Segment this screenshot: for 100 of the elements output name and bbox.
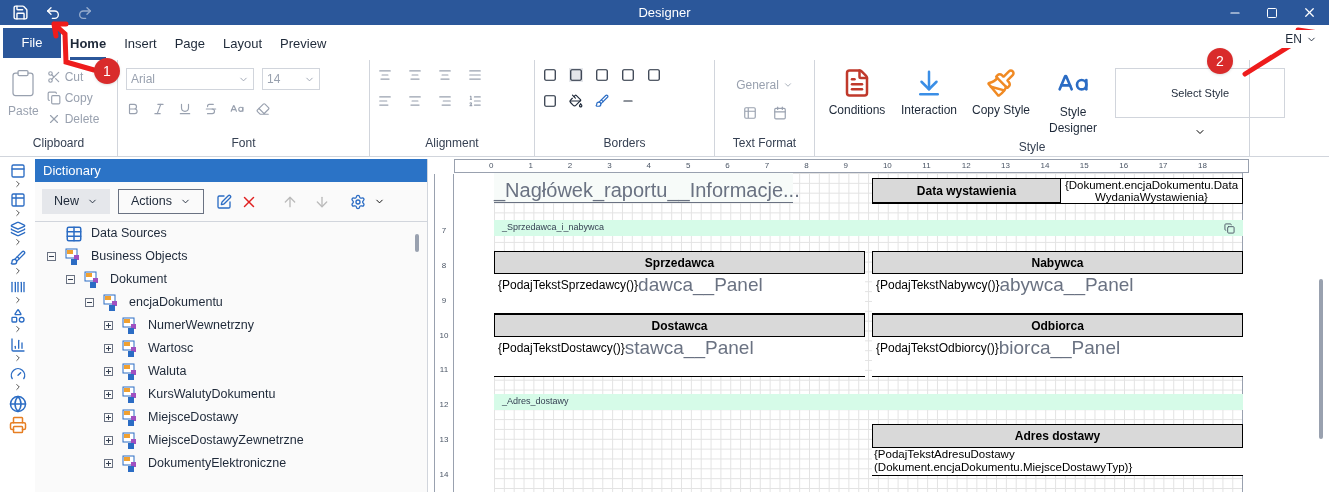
scrollbar-thumb[interactable] bbox=[415, 234, 419, 252]
expand-toggle[interactable] bbox=[103, 321, 113, 330]
shapes-icon[interactable] bbox=[9, 308, 26, 324]
gauge-icon[interactable] bbox=[9, 366, 26, 382]
tree-item[interactable]: MiejsceDostawy bbox=[148, 408, 239, 427]
expand-toggle[interactable] bbox=[103, 390, 113, 399]
expand-toggle[interactable] bbox=[103, 413, 113, 422]
undo-icon[interactable] bbox=[45, 4, 61, 21]
ruler-number: 12 bbox=[439, 399, 449, 412]
language-selector[interactable]: EN bbox=[1281, 30, 1321, 48]
ruler-number: 0 bbox=[489, 160, 494, 172]
scrollbar-thumb[interactable] bbox=[1319, 279, 1323, 439]
bar-chart-icon[interactable] bbox=[9, 337, 26, 353]
ribbon-tab[interactable]: Preview bbox=[280, 30, 327, 60]
style-button[interactable]: Interaction bbox=[895, 68, 963, 118]
ruler-number: 7 bbox=[764, 160, 770, 172]
style-button[interactable]: Copy Style bbox=[967, 68, 1035, 118]
paint-bucket-icon[interactable] bbox=[569, 94, 583, 108]
ruler-number: 18 bbox=[1198, 160, 1207, 172]
ruler-number: 11 bbox=[439, 364, 449, 377]
select-style-button[interactable]: Select Style bbox=[1115, 68, 1285, 118]
panel-name: biorca__Panel bbox=[998, 338, 1121, 358]
ribbon-tab[interactable]: Layout bbox=[223, 30, 263, 60]
border-right-icon[interactable] bbox=[647, 68, 661, 82]
border-bottom-icon[interactable] bbox=[543, 94, 557, 108]
group-label: Clipboard bbox=[31, 135, 86, 152]
window-icon[interactable] bbox=[9, 163, 26, 179]
settings-icon[interactable] bbox=[350, 193, 366, 210]
tree-item[interactable]: Wartosc bbox=[148, 339, 194, 358]
maximize-icon[interactable] bbox=[1266, 6, 1278, 19]
border-left-icon[interactable] bbox=[621, 68, 635, 82]
group-label: Borders bbox=[602, 135, 647, 152]
tree-item[interactable]: encjaDokumentu bbox=[129, 293, 223, 312]
close-icon[interactable] bbox=[1302, 5, 1317, 20]
expand-toggle[interactable] bbox=[103, 367, 113, 376]
ruler-number: 7 bbox=[441, 225, 447, 238]
ruler-number: 16 bbox=[1119, 160, 1129, 172]
chevron-down-icon bbox=[782, 80, 793, 90]
ribbon-tab[interactable]: Insert bbox=[124, 30, 157, 60]
tree-item[interactable]: DokumentyElektroniczne bbox=[148, 454, 287, 473]
brush-icon[interactable] bbox=[595, 94, 609, 108]
edit-icon[interactable] bbox=[216, 193, 232, 210]
ruler-number: 5 bbox=[685, 160, 691, 172]
collapse-toggle[interactable] bbox=[46, 252, 56, 261]
style-button[interactable]: Style Designer bbox=[1039, 68, 1107, 136]
border-all-icon[interactable] bbox=[543, 68, 557, 82]
panel-name: abywca__Panel bbox=[999, 275, 1134, 295]
tree-item[interactable]: Business Objects bbox=[91, 247, 188, 266]
panel-name: _Nagłówek_raportu__Informacje... bbox=[494, 178, 800, 202]
actions-button[interactable]: Actions bbox=[118, 189, 204, 214]
save-icon[interactable] bbox=[12, 4, 29, 21]
italic-icon[interactable] bbox=[152, 102, 166, 116]
ruler-number: 9 bbox=[441, 294, 447, 307]
tree-item[interactable]: Data Sources bbox=[91, 224, 167, 243]
date-label-cell: Data wystawienia bbox=[872, 178, 1061, 203]
layers-icon[interactable] bbox=[9, 221, 26, 237]
paintbrush-icon bbox=[986, 68, 1016, 98]
printer-icon[interactable] bbox=[8, 416, 27, 434]
collapse-toggle[interactable] bbox=[65, 275, 75, 284]
annotation-badge: 2 bbox=[1207, 48, 1233, 74]
globe-icon[interactable] bbox=[8, 395, 27, 413]
ruler-number: 10 bbox=[439, 329, 449, 342]
tree-item[interactable]: NumerWewnetrzny bbox=[148, 316, 255, 335]
copy-icon[interactable] bbox=[1224, 222, 1235, 234]
expression-field: {PodajTekstOdbiorcy()} bbox=[876, 339, 999, 357]
expression-field: {PodajTekstNabywcy()} bbox=[876, 276, 1000, 294]
collapse-toggle[interactable] bbox=[84, 298, 94, 307]
group-label: Text Format bbox=[731, 135, 798, 152]
expand-toggle[interactable] bbox=[103, 459, 113, 468]
panel-heading: Dostawca bbox=[494, 314, 865, 337]
panel-heading: Nabywca bbox=[872, 251, 1243, 274]
expand-toggle[interactable] bbox=[103, 344, 113, 353]
expand-toggle[interactable] bbox=[103, 436, 113, 445]
tree-item[interactable]: Waluta bbox=[148, 362, 187, 381]
line-spacing-icon[interactable] bbox=[468, 94, 482, 108]
border-top-icon[interactable] bbox=[595, 68, 609, 82]
file-tab[interactable]: File bbox=[3, 28, 61, 58]
ribbon-tab[interactable]: Page bbox=[174, 30, 205, 60]
ruler-number: 6 bbox=[725, 160, 730, 172]
ruler-number: 11 bbox=[922, 160, 931, 172]
barcode-icon[interactable] bbox=[9, 279, 26, 295]
bold-icon[interactable] bbox=[126, 102, 140, 116]
style-button[interactable]: Conditions bbox=[823, 68, 891, 118]
calendar-icon[interactable] bbox=[772, 106, 787, 120]
new-button[interactable]: New bbox=[42, 189, 110, 214]
tree-item[interactable]: Dokument bbox=[110, 270, 167, 289]
border-none-icon[interactable] bbox=[569, 68, 583, 82]
eraser-icon[interactable] bbox=[256, 102, 270, 116]
tree-item[interactable]: KursWalutyDokumentu bbox=[148, 385, 276, 404]
band-name: _Adres_dostawy bbox=[502, 395, 569, 409]
pen-icon[interactable] bbox=[9, 250, 26, 266]
strikethrough-icon[interactable] bbox=[204, 102, 218, 116]
ruler-number: 12 bbox=[961, 160, 971, 172]
table-icon[interactable] bbox=[9, 192, 26, 208]
scissors-icon bbox=[46, 70, 61, 84]
copy-icon bbox=[46, 91, 61, 105]
ruler-number: 1 bbox=[528, 160, 533, 172]
tree-item[interactable]: MiejsceDostawyZewnetrzne bbox=[148, 431, 304, 450]
underline-icon[interactable] bbox=[178, 102, 192, 116]
ruler-number: 3 bbox=[607, 160, 612, 172]
